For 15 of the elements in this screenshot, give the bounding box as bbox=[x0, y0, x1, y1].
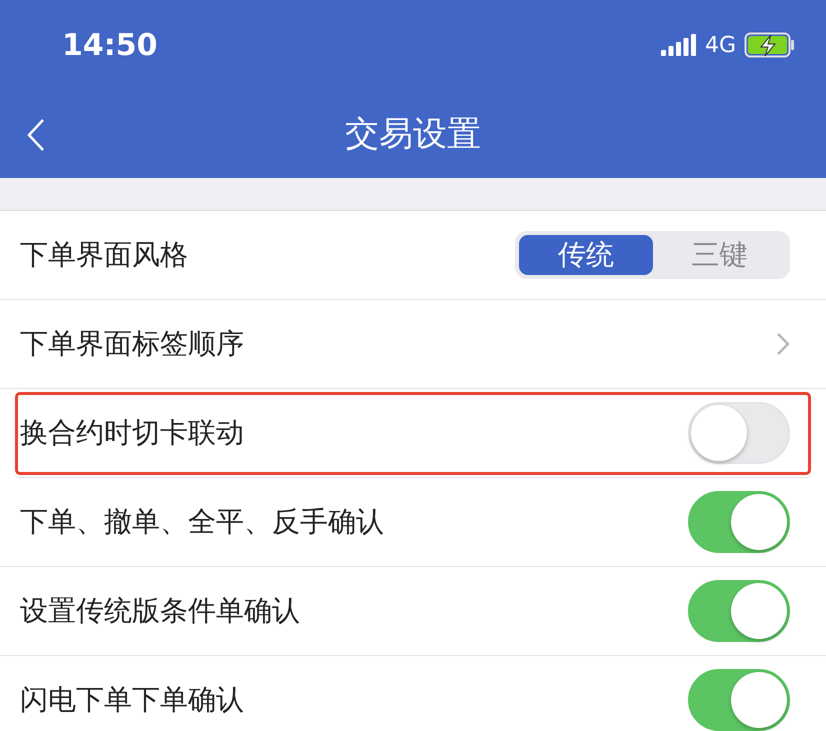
setting-label: 下单、撤单、全平、反手确认 bbox=[20, 504, 384, 540]
signal-icon bbox=[660, 34, 697, 56]
segment-tab[interactable]: 三键 bbox=[652, 235, 786, 275]
battery-charging-icon bbox=[744, 32, 796, 58]
chevron-right-icon[interactable] bbox=[776, 332, 790, 356]
segment-tab[interactable]: 传统 bbox=[519, 235, 652, 275]
setting-label: 闪电下单下单确认 bbox=[20, 682, 244, 718]
setting-label: 换合约时切卡联动 bbox=[20, 415, 244, 451]
setting-label: 下单界面标签顺序 bbox=[20, 326, 244, 362]
back-icon[interactable] bbox=[26, 118, 46, 152]
setting-label: 下单界面风格 bbox=[20, 237, 188, 273]
network-label: 4G bbox=[704, 32, 736, 58]
status-time: 14:50 bbox=[62, 28, 158, 62]
setting-label: 设置传统版条件单确认 bbox=[20, 593, 300, 629]
page-title: 交易设置 bbox=[345, 113, 481, 156]
